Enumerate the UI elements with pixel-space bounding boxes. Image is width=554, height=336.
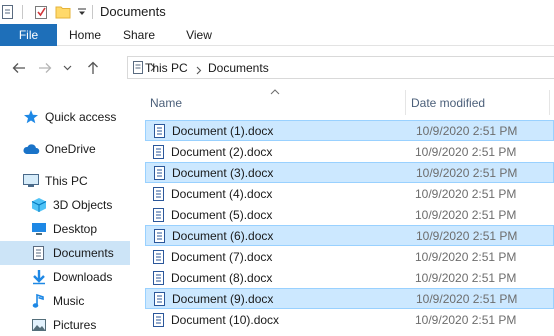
- up-arrow-icon[interactable]: [84, 59, 102, 77]
- sidebar-item-label: Downloads: [53, 270, 113, 284]
- title-bar: Documents: [0, 0, 554, 24]
- breadcrumb-this-pc[interactable]: This PC: [145, 61, 188, 75]
- sidebar-item-label: Music: [53, 294, 85, 308]
- sidebar-item-desktop[interactable]: Desktop: [30, 217, 97, 241]
- navigation-pane: Quick access OneDrive This PC 3D Objects…: [0, 90, 130, 336]
- ribbon-tabs: File Home Share View: [0, 24, 554, 46]
- file-list: Name Date modified Document (1).docx 10/9…: [131, 89, 554, 336]
- column-divider[interactable]: [549, 90, 550, 115]
- table-row[interactable]: Document (7).docx 10/9/2020 2:51 PM: [145, 246, 554, 267]
- cube-icon: [30, 196, 48, 214]
- sidebar-item-label: 3D Objects: [53, 198, 113, 212]
- address-bar[interactable]: This PC Documents: [127, 56, 554, 79]
- table-row[interactable]: Document (4).docx 10/9/2020 2:51 PM: [145, 183, 554, 204]
- sidebar-item-quick-access[interactable]: Quick access: [22, 105, 116, 129]
- file-name: Document (3).docx: [172, 165, 274, 180]
- star-icon: [22, 108, 40, 126]
- table-row[interactable]: Document (6).docx 10/9/2020 2:51 PM: [145, 225, 554, 246]
- file-date-modified: 10/9/2020 2:51 PM: [415, 207, 517, 222]
- sidebar-item-documents[interactable]: Documents: [0, 241, 130, 265]
- sidebar-item-label: Pictures: [53, 318, 97, 332]
- column-headers: Name Date modified: [131, 89, 554, 115]
- sidebar-item-onedrive[interactable]: OneDrive: [22, 137, 96, 161]
- table-row[interactable]: Document (8).docx 10/9/2020 2:51 PM: [145, 267, 554, 288]
- sidebar-item-this-pc[interactable]: This PC: [22, 169, 88, 193]
- word-document-icon: [152, 123, 168, 139]
- properties-icon[interactable]: [33, 4, 49, 20]
- pictures-icon: [30, 316, 48, 334]
- sidebar-item-label: This PC: [45, 174, 88, 188]
- file-date-modified: 10/9/2020 2:51 PM: [416, 228, 518, 243]
- documents-location-icon: [132, 60, 145, 78]
- cloud-icon: [22, 140, 40, 158]
- sidebar-item-music[interactable]: Music: [30, 289, 84, 313]
- download-icon: [30, 268, 48, 286]
- file-name: Document (2).docx: [171, 144, 273, 159]
- computer-icon: [22, 172, 40, 190]
- table-row[interactable]: Document (3).docx 10/9/2020 2:51 PM: [145, 162, 554, 183]
- word-document-icon: [151, 249, 167, 265]
- sidebar-item-label: Quick access: [45, 110, 117, 124]
- file-date-modified: 10/9/2020 2:51 PM: [415, 186, 517, 201]
- desktop-icon: [30, 220, 48, 238]
- back-arrow-icon[interactable]: [10, 59, 28, 77]
- tab-file[interactable]: File: [0, 24, 57, 46]
- sidebar-item-label: Desktop: [53, 222, 98, 236]
- customize-toolbar-chevron-icon[interactable]: [74, 4, 90, 20]
- word-document-icon: [151, 207, 167, 223]
- forward-arrow-icon[interactable]: [36, 59, 54, 77]
- table-row[interactable]: Document (2).docx 10/9/2020 2:51 PM: [145, 141, 554, 162]
- file-date-modified: 10/9/2020 2:51 PM: [416, 291, 518, 306]
- toolbar-separator: [92, 5, 93, 19]
- word-document-icon: [152, 291, 168, 307]
- file-date-modified: 10/9/2020 2:51 PM: [415, 312, 517, 327]
- column-header-date-modified[interactable]: Date modified: [411, 96, 485, 110]
- column-divider[interactable]: [405, 90, 406, 115]
- file-name: Document (8).docx: [171, 270, 273, 285]
- word-document-icon: [152, 228, 168, 244]
- sidebar-item-label: Documents: [53, 246, 114, 260]
- word-document-icon: [152, 165, 168, 181]
- table-row[interactable]: Document (10).docx 10/9/2020 2:51 PM: [145, 309, 554, 330]
- window-title: Documents: [100, 4, 166, 19]
- file-name: Document (9).docx: [172, 291, 274, 306]
- sidebar-item-pictures[interactable]: Pictures: [30, 313, 96, 336]
- file-date-modified: 10/9/2020 2:51 PM: [415, 144, 517, 159]
- table-row[interactable]: Document (1).docx 10/9/2020 2:51 PM: [145, 120, 554, 141]
- sidebar-item-downloads[interactable]: Downloads: [30, 265, 112, 289]
- documents-icon: [30, 244, 48, 262]
- word-document-icon: [151, 144, 167, 160]
- word-document-icon: [151, 270, 167, 286]
- word-document-icon: [151, 312, 167, 328]
- toolbar-separator: [22, 5, 23, 19]
- sidebar-item-3d-objects[interactable]: 3D Objects: [30, 193, 112, 217]
- word-document-icon: [151, 186, 167, 202]
- file-name: Document (10).docx: [171, 312, 280, 327]
- file-name: Document (5).docx: [171, 207, 273, 222]
- address-row: This PC Documents: [0, 46, 554, 90]
- breadcrumb-documents[interactable]: Documents: [208, 61, 269, 75]
- file-date-modified: 10/9/2020 2:51 PM: [416, 123, 518, 138]
- file-date-modified: 10/9/2020 2:51 PM: [416, 165, 518, 180]
- sort-ascending-icon: [270, 89, 280, 95]
- file-name: Document (4).docx: [171, 186, 273, 201]
- tab-view[interactable]: View: [176, 24, 222, 46]
- page-icon[interactable]: [0, 4, 16, 20]
- column-header-name[interactable]: Name: [150, 96, 182, 110]
- breadcrumb-chevron-icon[interactable]: [196, 64, 202, 78]
- new-folder-icon[interactable]: [55, 4, 71, 20]
- file-name: Document (7).docx: [171, 249, 273, 264]
- recent-locations-chevron-icon[interactable]: [58, 59, 76, 77]
- tab-home[interactable]: Home: [62, 24, 108, 46]
- file-date-modified: 10/9/2020 2:51 PM: [415, 270, 517, 285]
- file-name: Document (1).docx: [172, 123, 274, 138]
- table-row[interactable]: Document (9).docx 10/9/2020 2:51 PM: [145, 288, 554, 309]
- file-date-modified: 10/9/2020 2:51 PM: [415, 249, 517, 264]
- file-name: Document (6).docx: [172, 228, 274, 243]
- tab-share[interactable]: Share: [116, 24, 162, 46]
- music-icon: [30, 292, 48, 310]
- table-row[interactable]: Document (5).docx 10/9/2020 2:51 PM: [145, 204, 554, 225]
- sidebar-item-label: OneDrive: [45, 142, 96, 156]
